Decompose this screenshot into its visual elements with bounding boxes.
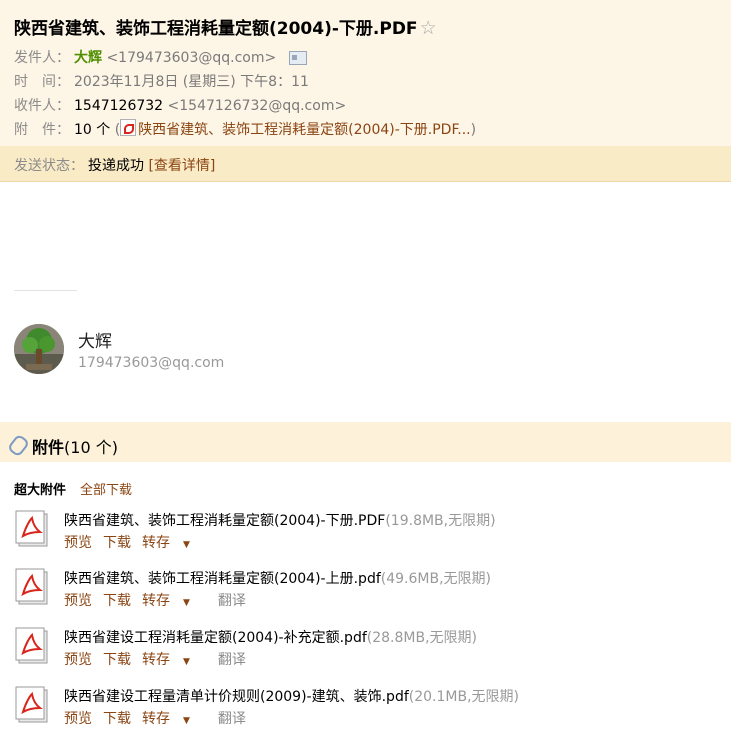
attachments-count: (10 个) [64, 438, 118, 457]
attachment-item: 陕西省建设工程量清单计价规则(2009)-建筑、装饰.pdf(20.1MB,无限… [14, 686, 731, 736]
caret-down-icon: ▼ [183, 716, 190, 726]
attachment-name-line: 陕西省建筑、装饰工程消耗量定额(2004)-上册.pdf(49.6MB,无限期) [64, 568, 491, 588]
recipient-label: 收件人： [14, 98, 70, 114]
time-value: 2023年11月8日 (星期三) 下午8：11 [74, 74, 309, 90]
save-to-label: 转存 [142, 711, 170, 727]
translate-link[interactable]: 翻译 [218, 593, 246, 609]
attachment-meta: (28.8MB,无限期) [366, 630, 477, 646]
download-link[interactable]: 下载 [103, 593, 131, 609]
star-outline-icon[interactable]: ☆ [420, 17, 437, 39]
time-row: 时 间： 2023年11月8日 (星期三) 下午8：11 [14, 71, 309, 91]
paren-close: ) [470, 122, 477, 138]
attachment-actions: 预览 下载 转存 ▼ 翻译 [64, 708, 257, 728]
download-link[interactable]: 下载 [103, 652, 131, 668]
attachment-actions: 预览 下载 转存 ▼ 翻译 [64, 649, 257, 669]
sender-name[interactable]: 大辉 [74, 50, 102, 66]
save-to-link[interactable]: 转存 ▼ [142, 535, 201, 551]
download-link[interactable]: 下载 [103, 711, 131, 727]
status-details-link[interactable]: [查看详情] [148, 158, 215, 174]
avatar[interactable] [14, 324, 64, 374]
attachment-actions: 预览 下载 转存 ▼ 翻译 [64, 590, 257, 610]
subject-title: 陕西省建筑、装饰工程消耗量定额(2004)-下册.PDF ☆ [14, 14, 437, 39]
large-attachment-group: 超大附件 全部下载 [14, 479, 132, 498]
save-to-link[interactable]: 转存 ▼ [142, 593, 201, 609]
pdf-icon [120, 119, 137, 136]
attachment-actions: 预览 下载 转存 ▼ [64, 532, 212, 552]
save-to-label: 转存 [142, 652, 170, 668]
preview-link[interactable]: 预览 [64, 535, 92, 551]
save-to-label: 转存 [142, 593, 170, 609]
pdf-file-icon [15, 510, 48, 547]
download-all-link[interactable]: 全部下载 [80, 483, 132, 498]
signature-email: 179473603@qq.com [78, 355, 225, 371]
caret-down-icon: ▼ [183, 598, 190, 608]
attachments-title: 附件(10 个) [32, 434, 118, 458]
subject-text: 陕西省建筑、装饰工程消耗量定额(2004)-下册.PDF [14, 19, 418, 39]
signature-name: 大辉 [78, 332, 112, 352]
attachment-label: 附 件： [14, 122, 70, 138]
attachment-item: 陕西省建筑、装饰工程消耗量定额(2004)-下册.PDF(19.8MB,无限期)… [14, 510, 731, 560]
recipient-name: 1547126732 [74, 98, 164, 114]
attachment-filename[interactable]: 陕西省建设工程消耗量定额(2004)-补充定额.pdf [64, 630, 367, 646]
attachment-meta: (49.6MB,无限期) [380, 571, 491, 587]
status-row: 发送状态： 投递成功 [查看详情] [14, 155, 215, 175]
preview-link[interactable]: 预览 [64, 711, 92, 727]
large-attachment-label: 超大附件 [14, 483, 67, 498]
avatar-image [14, 324, 64, 374]
translate-link[interactable]: 翻译 [218, 652, 246, 668]
translate-link[interactable]: 翻译 [218, 711, 246, 727]
sender-email: <179473603@qq.com> [106, 50, 277, 66]
save-to-link[interactable]: 转存 ▼ [142, 711, 201, 727]
save-to-label: 转存 [142, 535, 170, 551]
save-to-link[interactable]: 转存 ▼ [142, 652, 201, 668]
pdf-file-icon [15, 568, 48, 605]
sender-row: 发件人： 大辉 <179473603@qq.com> [14, 47, 307, 67]
attachment-name-line: 陕西省建设工程消耗量定额(2004)-补充定额.pdf(28.8MB,无限期) [64, 627, 477, 647]
contact-card-icon[interactable] [288, 51, 307, 65]
attachment-meta: (19.8MB,无限期) [385, 513, 496, 529]
attachment-item: 陕西省建设工程消耗量定额(2004)-补充定额.pdf(28.8MB,无限期) 预… [14, 627, 731, 677]
attachment-meta: (20.1MB,无限期) [408, 689, 519, 705]
time-label: 时 间： [14, 74, 70, 90]
attachment-filename[interactable]: 陕西省建设工程量清单计价规则(2009)-建筑、装饰.pdf [64, 689, 409, 705]
attachment-link[interactable]: 陕西省建筑、装饰工程消耗量定额(2004)-下册.PDF... [138, 122, 470, 138]
body-divider [14, 290, 77, 291]
pdf-file-icon [15, 627, 48, 664]
delivery-status-bar: 发送状态： 投递成功 [查看详情] [0, 146, 731, 182]
pdf-file-icon [15, 686, 48, 723]
download-link[interactable]: 下载 [103, 535, 131, 551]
attachments-title-text: 附件 [32, 438, 65, 457]
recipient-email: <1547126732@qq.com> [167, 98, 347, 114]
caret-down-icon: ▼ [183, 657, 190, 667]
attachment-name-line: 陕西省建筑、装饰工程消耗量定额(2004)-下册.PDF(19.8MB,无限期) [64, 510, 496, 530]
attachment-item: 陕西省建筑、装饰工程消耗量定额(2004)-上册.pdf(49.6MB,无限期)… [14, 568, 731, 618]
attachment-filename[interactable]: 陕西省建筑、装饰工程消耗量定额(2004)-下册.PDF [64, 513, 385, 529]
attachment-filename[interactable]: 陕西省建筑、装饰工程消耗量定额(2004)-上册.pdf [64, 571, 381, 587]
status-label: 发送状态： [14, 158, 84, 174]
preview-link[interactable]: 预览 [64, 593, 92, 609]
attachment-count: 10 个 [74, 122, 111, 138]
caret-down-icon: ▼ [183, 540, 190, 550]
recipient-row: 收件人： 1547126732 <1547126732@qq.com> [14, 95, 346, 115]
attachment-name-line: 陕西省建设工程量清单计价规则(2009)-建筑、装饰.pdf(20.1MB,无限… [64, 686, 519, 706]
attachment-summary-row: 附 件： 10 个 (陕西省建筑、装饰工程消耗量定额(2004)-下册.PDF..… [14, 119, 476, 139]
status-value: 投递成功 [88, 158, 144, 174]
sender-label: 发件人： [14, 50, 70, 66]
preview-link[interactable]: 预览 [64, 652, 92, 668]
